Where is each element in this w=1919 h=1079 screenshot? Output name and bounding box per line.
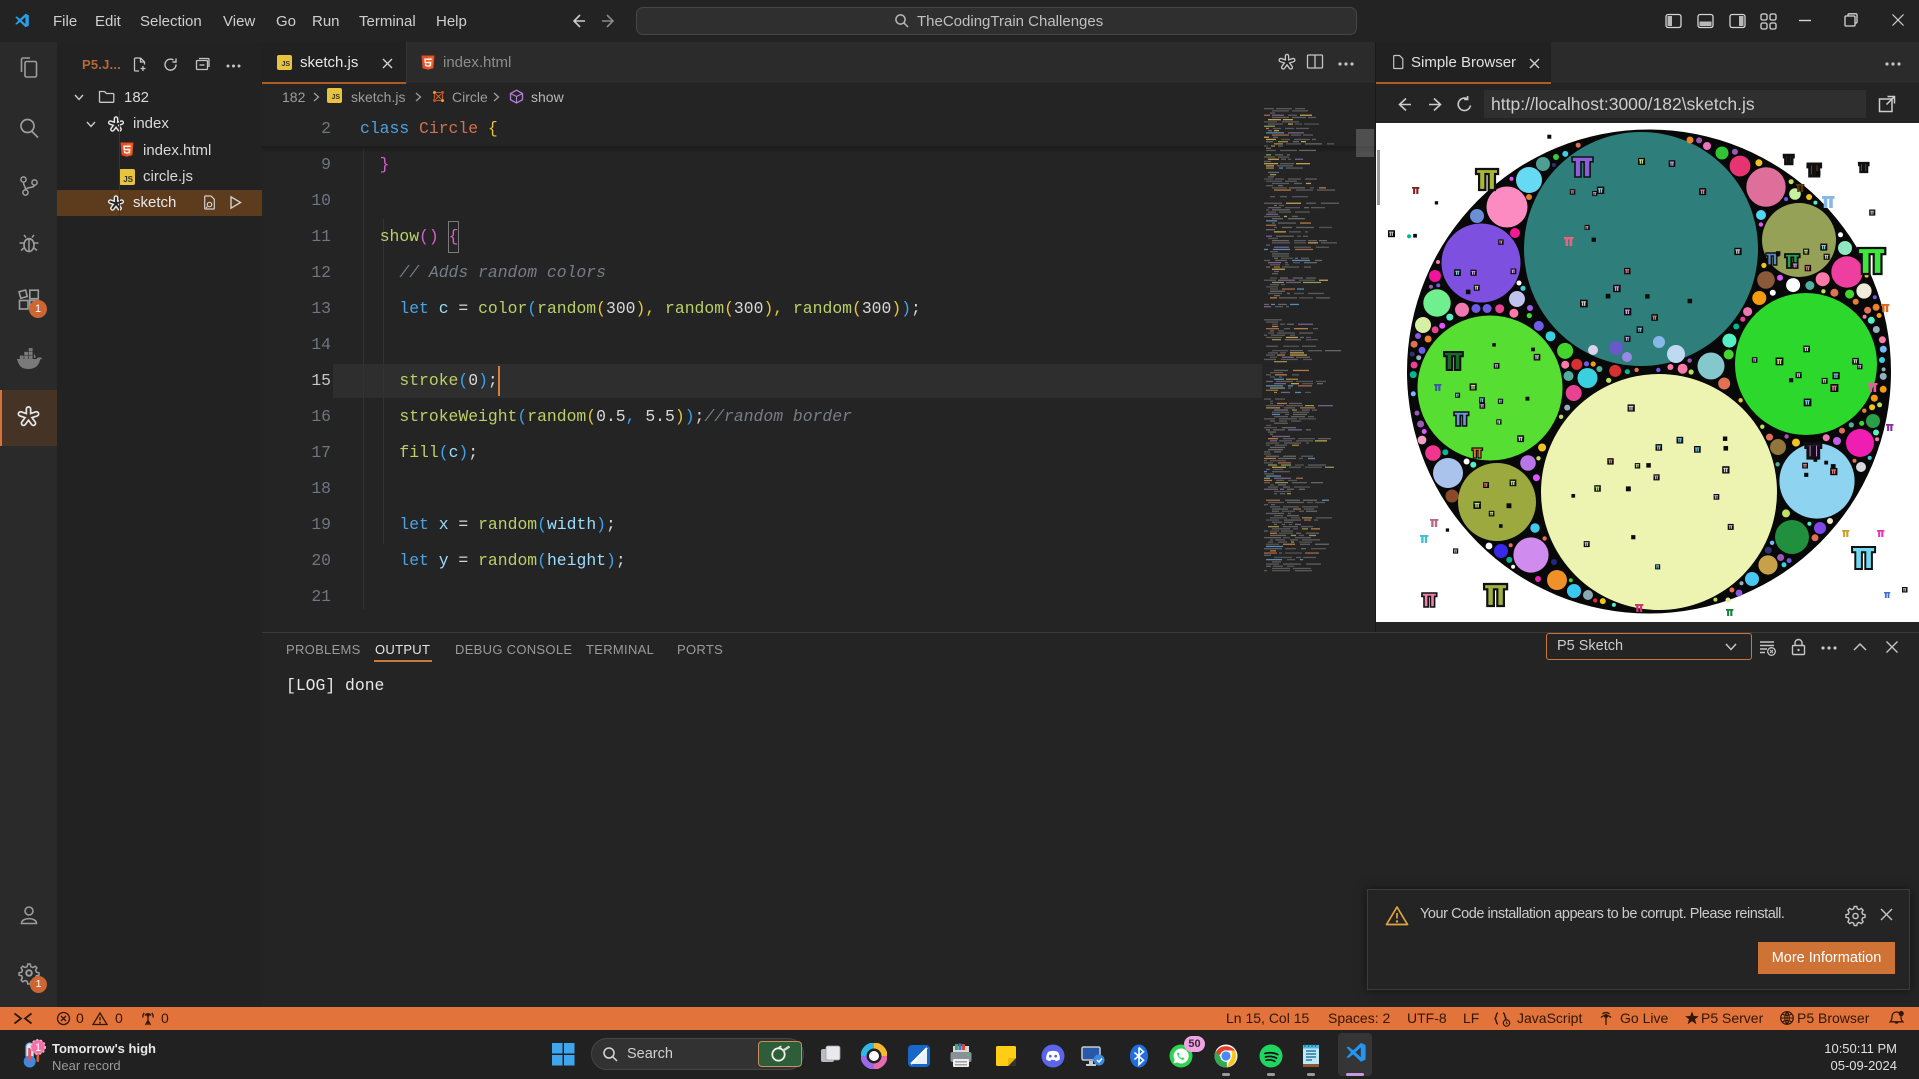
svg-text:1: 1 (35, 1042, 41, 1054)
